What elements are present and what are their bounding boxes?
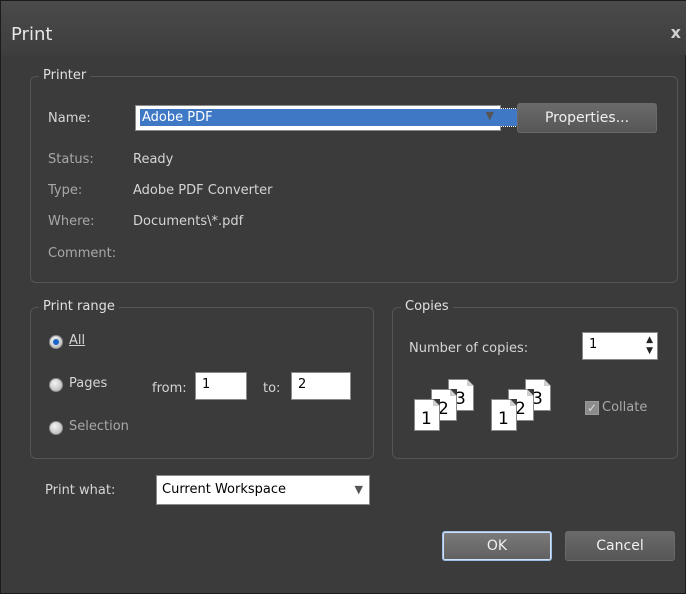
- printer-name-combo[interactable]: Adobe PDF ▼: [135, 105, 536, 131]
- pages-radio-label[interactable]: Pages: [69, 376, 107, 391]
- status-label: Status:: [48, 152, 94, 167]
- printer-name-value: Adobe PDF: [139, 108, 536, 127]
- print-range-legend: Print range: [39, 299, 119, 314]
- print-dialog: Print x Printer Name: Adobe PDF ▼ Proper…: [0, 0, 686, 594]
- copies-legend: Copies: [401, 299, 453, 314]
- number-of-copies-label: Number of copies:: [409, 341, 529, 356]
- comment-label: Comment:: [48, 246, 117, 261]
- cancel-button[interactable]: Cancel: [565, 531, 675, 561]
- where-label: Where:: [48, 214, 95, 229]
- from-input[interactable]: 1: [195, 372, 247, 400]
- chevron-down-icon[interactable]: ▼: [355, 483, 363, 496]
- collate-page: 1: [491, 399, 517, 431]
- close-icon[interactable]: x: [671, 23, 681, 42]
- print-what-value: Current Workspace: [162, 482, 287, 497]
- pages-radio[interactable]: [49, 378, 63, 392]
- printer-legend: Printer: [39, 68, 91, 83]
- dialog-title: Print: [11, 24, 53, 45]
- print-what-combo[interactable]: Current Workspace ▼: [156, 475, 370, 505]
- from-label: from:: [152, 381, 187, 396]
- spinner-arrows-icon[interactable]: ▲ ▼: [646, 335, 653, 357]
- properties-button[interactable]: Properties...: [517, 103, 657, 133]
- all-radio[interactable]: [49, 335, 63, 349]
- copies-value: 1: [589, 337, 598, 352]
- type-value: Adobe PDF Converter: [133, 183, 273, 198]
- to-label: to:: [263, 381, 281, 396]
- selection-radio-label[interactable]: Selection: [69, 419, 129, 434]
- ok-button[interactable]: OK: [442, 531, 552, 561]
- to-input[interactable]: 2: [291, 372, 351, 400]
- print-what-label: Print what:: [45, 483, 116, 498]
- collate-label[interactable]: Collate: [602, 400, 647, 415]
- selection-radio[interactable]: [49, 421, 63, 435]
- name-label: Name:: [48, 111, 91, 126]
- collate-page: 1: [414, 399, 440, 431]
- status-value: Ready: [133, 152, 174, 167]
- title-bar[interactable]: Print x: [1, 1, 686, 55]
- collate-checkbox[interactable]: ✓: [585, 401, 599, 415]
- type-label: Type:: [48, 183, 83, 198]
- all-radio-label[interactable]: All: [69, 333, 85, 348]
- where-value: Documents\*.pdf: [133, 214, 244, 229]
- chevron-down-icon[interactable]: ▼: [486, 109, 494, 122]
- copies-spinner[interactable]: 1 ▲ ▼: [582, 332, 658, 360]
